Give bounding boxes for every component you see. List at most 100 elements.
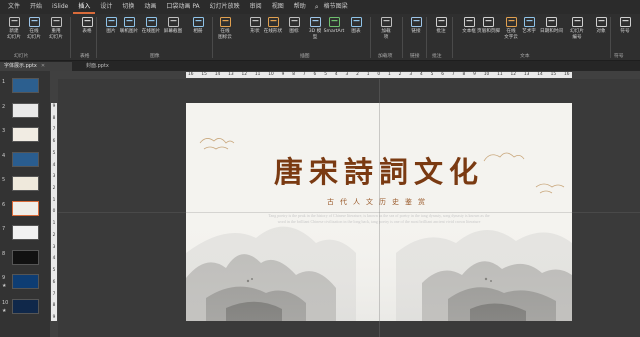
addins-button[interactable]: 加载 项 xyxy=(375,16,397,41)
doc-tab-font-showcase[interactable]: 字体展示.pptx ✕ xyxy=(0,62,72,71)
album-button[interactable]: 相册 xyxy=(187,16,209,35)
ruler-tick-label: 6 xyxy=(52,139,56,145)
ruler-tick-label: 11 xyxy=(254,72,261,77)
wordart-button[interactable]: 艺术字 xyxy=(518,16,540,35)
screenshot-button[interactable]: 屏幕截图 xyxy=(162,16,184,35)
slide-number: 10 xyxy=(2,299,9,306)
ribbon-button-label: 相册 xyxy=(193,29,203,34)
slide-thumbnail-image xyxy=(12,127,39,142)
ruler-labels: 9 8 7 6 5 4 3 2 1 0 1 2 3 4 5 6 7 8 9 xyxy=(50,103,58,321)
tab-home[interactable]: 开始 xyxy=(25,0,47,14)
slide-thumbnail[interactable]: 8 xyxy=(0,249,50,267)
ruler-tick-label: 5 xyxy=(52,268,56,274)
online-slide-button[interactable]: 在线 幻灯片 xyxy=(23,16,45,41)
ruler-tick-label: 2 xyxy=(398,72,402,77)
ruler-tick-label: 13 xyxy=(523,72,530,77)
online-shapes-button[interactable]: 在线形状 xyxy=(262,16,284,35)
doc-tab-cover[interactable]: 封面.pptx xyxy=(82,62,142,71)
ribbon-button-label: 批注 xyxy=(436,29,446,34)
ribbon-button-label: SmartArt xyxy=(323,29,345,34)
tab-file[interactable]: 文件 xyxy=(3,0,25,14)
ribbon-group-label: 插图 xyxy=(300,54,310,59)
ribbon-button-label: 幻灯片 编号 xyxy=(570,29,584,40)
vertical-guide[interactable] xyxy=(379,79,380,337)
smartart-button[interactable]: SmartArt xyxy=(323,16,345,35)
chart-button[interactable]: 图表 xyxy=(345,16,367,35)
new-slide-button[interactable]: 新建 幻灯片 xyxy=(3,16,25,41)
slide-number: 8 xyxy=(2,250,6,257)
ruler-tick-label: 1 xyxy=(52,197,56,203)
horizontal-guide[interactable] xyxy=(58,212,640,213)
chart-icon xyxy=(350,17,362,27)
slide-thumbnail[interactable]: 2 xyxy=(0,102,50,120)
ruler-tick-label: 3 xyxy=(52,174,56,180)
slide-thumbnail[interactable]: 9 ★ xyxy=(0,273,50,291)
slide-thumbnail[interactable]: 10 ★ xyxy=(0,298,50,316)
slide-thumbnail[interactable]: 3 xyxy=(0,126,50,144)
slide-number: 6 xyxy=(2,201,6,208)
header-footer-button[interactable]: 页眉和页脚 xyxy=(477,16,500,35)
ruler-tick-label: 1 xyxy=(52,221,56,227)
slide-thumbnail[interactable]: 7 xyxy=(0,224,50,242)
tab-view[interactable]: 视图 xyxy=(267,0,289,14)
ruler-tick-label: 16 xyxy=(564,72,570,77)
comment-button[interactable]: 批注 xyxy=(430,16,452,35)
icons-button[interactable]: 图标 xyxy=(283,16,305,35)
web-picture-button[interactable]: 在线图片 xyxy=(140,16,162,35)
animation-star-icon: ★ xyxy=(2,283,7,289)
document-tab-bar: 字体展示.pptx ✕ 封面.pptx xyxy=(0,61,640,71)
reuse-slide-button[interactable]: 重用 幻灯片 xyxy=(45,16,67,41)
ruler-tick-label: 1 xyxy=(366,72,370,77)
ruler-tick-label: 15 xyxy=(550,72,557,77)
online-picture-button[interactable]: 联机图片 xyxy=(118,16,140,35)
ruler-tick-label: 7 xyxy=(52,127,56,133)
textbox-icon xyxy=(463,17,475,27)
ribbon-button-label: 联机图片 xyxy=(119,29,139,34)
symbol-button[interactable]: 符号 xyxy=(614,16,636,35)
horizontal-ruler: 16 15 14 13 12 11 10 9 8 7 6 5 4 3 2 1 0 1 2 3 4 5 6 7 8 9 10 11 12 1… xyxy=(50,71,640,79)
ruler-tick-label: 14 xyxy=(214,72,221,77)
ruler-tick-label: 15 xyxy=(201,72,207,77)
tab-transitions[interactable]: 切换 xyxy=(117,0,139,14)
tab-design[interactable]: 设计 xyxy=(95,0,117,14)
ribbon-button-label: 屏幕截图 xyxy=(163,29,183,34)
close-icon[interactable]: ✕ xyxy=(41,63,45,69)
slide-number: 2 xyxy=(2,103,6,110)
album-icon xyxy=(192,17,204,27)
ruler-tick-label: 10 xyxy=(268,72,274,77)
slide-number: 3 xyxy=(2,128,6,134)
slide-number-button[interactable]: 幻灯片 编号 xyxy=(566,16,588,41)
ruler-tick-label: 16 xyxy=(188,72,194,77)
slide-number: 1 xyxy=(2,79,6,85)
ruler-tick-label: 4 xyxy=(52,256,56,262)
ribbon-button-label: 在线 幻灯片 xyxy=(27,29,41,40)
tab-pocket-animation[interactable]: 口袋动画 PA xyxy=(161,0,204,14)
ribbon-group-label: 链接 xyxy=(410,54,420,59)
table-icon xyxy=(81,17,93,27)
ruler-tick-label: 4 xyxy=(334,72,338,77)
ribbon-group-label: 表格 xyxy=(80,54,90,59)
link-button[interactable]: 链接 xyxy=(405,16,427,35)
tab-review[interactable]: 审阅 xyxy=(245,0,267,14)
slide-thumbnail[interactable]: 1 xyxy=(0,77,50,95)
tell-me-search[interactable]: 格节图梁 xyxy=(319,0,353,14)
slide-thumbnail-pane[interactable]: 1 2 3 4 5 6 7 8 9 ★ 10 ★ xyxy=(0,71,50,337)
ruler-tick-label: 11 xyxy=(497,72,503,77)
ruler-tick-label: 7 xyxy=(451,72,455,77)
tab-animations[interactable]: 动画 xyxy=(139,0,161,14)
tab-insert[interactable]: 插入 xyxy=(73,0,96,14)
object-button[interactable]: 对象 xyxy=(590,16,612,35)
slide-thumbnail[interactable]: 6 xyxy=(0,200,50,218)
table-button[interactable]: 表格 xyxy=(76,16,98,35)
ruler-tick-label: 6 xyxy=(313,72,317,77)
ribbon-group-label: 图像 xyxy=(150,54,160,59)
ruler-tick-label: 4 xyxy=(52,162,56,168)
ruler-tick-label: 1 xyxy=(388,72,391,77)
slide-thumbnail[interactable]: 4 xyxy=(0,151,50,169)
icon-cloud-button[interactable]: 在线 图标云 xyxy=(214,16,236,41)
tab-help[interactable]: 帮助 xyxy=(289,0,311,14)
datetime-button[interactable]: 日期和时间 xyxy=(540,16,563,35)
tab-slideshow[interactable]: 幻灯片放映 xyxy=(205,0,245,14)
slide-thumbnail[interactable]: 5 xyxy=(0,175,50,193)
tab-islide[interactable]: iSlide xyxy=(47,0,73,14)
